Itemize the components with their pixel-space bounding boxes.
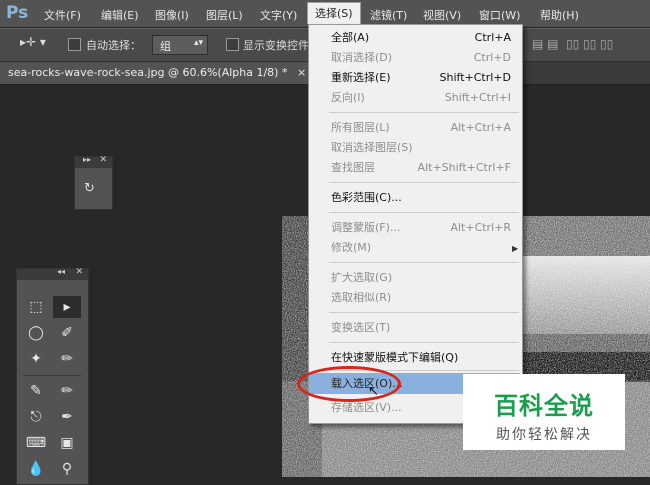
menu-item-label: 全部(A) [331, 31, 370, 44]
menu-item-modify[interactable]: 修改(M) [331, 238, 511, 258]
brush-tool-icon[interactable]: ✏ [53, 380, 81, 402]
menu-item-refine-mask[interactable]: 调整蒙版(F)... Alt+Ctrl+R [331, 218, 511, 238]
menu-item-label: 在快速蒙版模式下编辑(Q) [331, 351, 459, 364]
auto-select-checkbox[interactable] [68, 38, 81, 51]
menu-separator [329, 112, 519, 113]
menu-item-label: 色彩范围(C)... [331, 191, 402, 204]
auto-select-value: 组 [160, 40, 171, 53]
menu-separator [329, 182, 519, 183]
menu-item-all[interactable]: 全部(A) Ctrl+A [331, 28, 511, 48]
menu-separator [329, 342, 519, 343]
menu-item-label: 调整蒙版(F)... [331, 221, 401, 234]
move-tool-icon[interactable]: ▸✛ ▾ [20, 35, 46, 49]
menu-item-shortcut: Ctrl+A [474, 31, 511, 44]
menu-item-deselect[interactable]: 取消选择(D) Ctrl+D [331, 48, 511, 68]
menu-item-label: 修改(M) [331, 241, 372, 254]
close-icon[interactable]: × [297, 66, 306, 79]
menu-item-shortcut: Alt+Ctrl+A [450, 121, 511, 134]
menu-item-label: 反向(I) [331, 91, 365, 104]
document-title: sea-rocks-wave-rock-sea.jpg @ 60.6%(Alph… [8, 66, 288, 79]
menu-item-shortcut: Alt+Ctrl+R [450, 221, 511, 234]
gradient-tool-icon[interactable]: ▣ [53, 432, 81, 454]
menu-item-shortcut: Shift+Ctrl+I [444, 91, 511, 104]
expand-icon[interactable]: ▸▸ [83, 155, 91, 164]
mouse-cursor-icon: ↖ [368, 384, 379, 399]
eyedropper-tool-icon[interactable]: ✏ [53, 348, 81, 370]
menu-item-shortcut: Alt+Shift+Ctrl+F [417, 161, 511, 174]
menu-item-similar[interactable]: 选取相似(R) [331, 288, 511, 308]
menu-file[interactable]: 文件(F) [44, 7, 81, 23]
panel-header[interactable]: ▸▸ ✕ [75, 155, 112, 168]
watermark-title: 百科全说 [494, 392, 594, 420]
history-brush-tool-icon[interactable]: ✒ [53, 406, 81, 428]
menu-item-label: 选取相似(R) [331, 291, 392, 304]
menu-separator [329, 212, 519, 213]
menu-view[interactable]: 视图(V) [423, 7, 461, 23]
menu-item-label: 所有图层(L) [331, 121, 390, 134]
close-icon[interactable]: ✕ [75, 267, 83, 277]
menu-bar: Ps 文件(F) 编辑(E) 图像(I) 图层(L) 文字(Y) 选择(S) 滤… [0, 0, 650, 27]
menu-item-grow[interactable]: 扩大选取(G) [331, 268, 511, 288]
tool-divider [23, 375, 81, 376]
menu-item-reselect[interactable]: 重新选择(E) Shift+Ctrl+D [331, 68, 511, 88]
document-tab[interactable]: sea-rocks-wave-rock-sea.jpg @ 60.6%(Alph… [0, 62, 317, 84]
healing-brush-tool-icon[interactable]: ✎ [22, 380, 50, 402]
menu-select[interactable]: 选择(S) [307, 2, 361, 24]
menu-separator [329, 312, 519, 313]
show-transform-checkbox[interactable] [226, 38, 239, 51]
annotation-circle [297, 366, 401, 402]
menu-item-inverse[interactable]: 反向(I) Shift+Ctrl+I [331, 88, 511, 108]
stamp-tool-icon[interactable]: ⎋ [22, 406, 50, 428]
menu-edit[interactable]: 编辑(E) [101, 7, 139, 23]
tools-panel: ◂◂ ✕ ⬚ ▸ ◯ ✐ ✦ ✏ ✎ ✏ ⎋ ✒ ⌨ ▣ 💧 ⚲ [16, 267, 89, 485]
align-icons[interactable]: ▤ ▤ ▯▯ ▯▯ ▯▯ [532, 37, 613, 51]
menu-item-label: 取消选择(D) [331, 51, 393, 64]
submenu-arrow-icon: ▶ [512, 244, 519, 253]
crop-tool-icon[interactable]: ✦ [22, 348, 50, 370]
photoshop-logo: Ps [6, 3, 29, 23]
menu-item-transform-selection[interactable]: 变换选区(T) [331, 318, 511, 338]
quick-select-tool-icon[interactable]: ✐ [53, 322, 81, 344]
watermark-subtitle: 助你轻松解决 [496, 427, 592, 443]
menu-item-label: 取消选择图层(S) [331, 141, 413, 154]
collapsed-panel: ▸▸ ✕ ↻ [74, 155, 113, 210]
menu-window[interactable]: 窗口(W) [479, 7, 520, 23]
menu-item-shortcut: Shift+Ctrl+D [439, 71, 511, 84]
menu-item-deselect-layers[interactable]: 取消选择图层(S) [331, 138, 511, 158]
dropdown-arrow-icon: ▴▾ [193, 38, 203, 48]
menu-separator [329, 262, 519, 263]
menu-item-shortcut: Ctrl+D [473, 51, 511, 64]
collapse-icon[interactable]: ◂◂ [57, 267, 65, 276]
show-transform-label: 显示变换控件 [243, 39, 309, 52]
close-icon[interactable]: ✕ [99, 155, 107, 165]
select-menu-dropdown: 全部(A) Ctrl+A 取消选择(D) Ctrl+D 重新选择(E) Shift+C… [308, 24, 523, 424]
menu-item-label: 存储选区(V)... [331, 401, 402, 414]
menu-type[interactable]: 文字(Y) [260, 7, 297, 23]
menu-item-color-range[interactable]: 色彩范围(C)... [331, 188, 511, 208]
marquee-tool-icon[interactable]: ⬚ [22, 296, 50, 318]
menu-item-label: 扩大选取(G) [331, 271, 393, 284]
auto-select-label: 自动选择： [86, 39, 141, 52]
menu-item-label: 变换选区(T) [331, 321, 391, 334]
watermark: 百科全说 助你轻松解决 [463, 374, 625, 450]
history-icon[interactable]: ↻ [84, 181, 100, 199]
menu-item-find-layers[interactable]: 查找图层 Alt+Shift+Ctrl+F [331, 158, 511, 178]
auto-select-dropdown[interactable]: 组 ▴▾ [152, 35, 208, 55]
menu-layer[interactable]: 图层(L) [206, 7, 243, 23]
lasso-tool-icon[interactable]: ◯ [22, 322, 50, 344]
menu-item-label: 重新选择(E) [331, 71, 391, 84]
menu-filter[interactable]: 滤镜(T) [370, 7, 407, 23]
move-tool-icon[interactable]: ▸ [53, 296, 81, 318]
tools-panel-header[interactable]: ◂◂ ✕ [17, 267, 88, 280]
menu-help[interactable]: 帮助(H) [540, 7, 579, 23]
eraser-tool-icon[interactable]: ⌨ [22, 432, 50, 454]
menu-item-label: 查找图层 [331, 161, 375, 174]
menu-item-all-layers[interactable]: 所有图层(L) Alt+Ctrl+A [331, 118, 511, 138]
menu-item-quick-mask[interactable]: 在快速蒙版模式下编辑(Q) [331, 348, 511, 368]
menu-image[interactable]: 图像(I) [155, 7, 189, 23]
